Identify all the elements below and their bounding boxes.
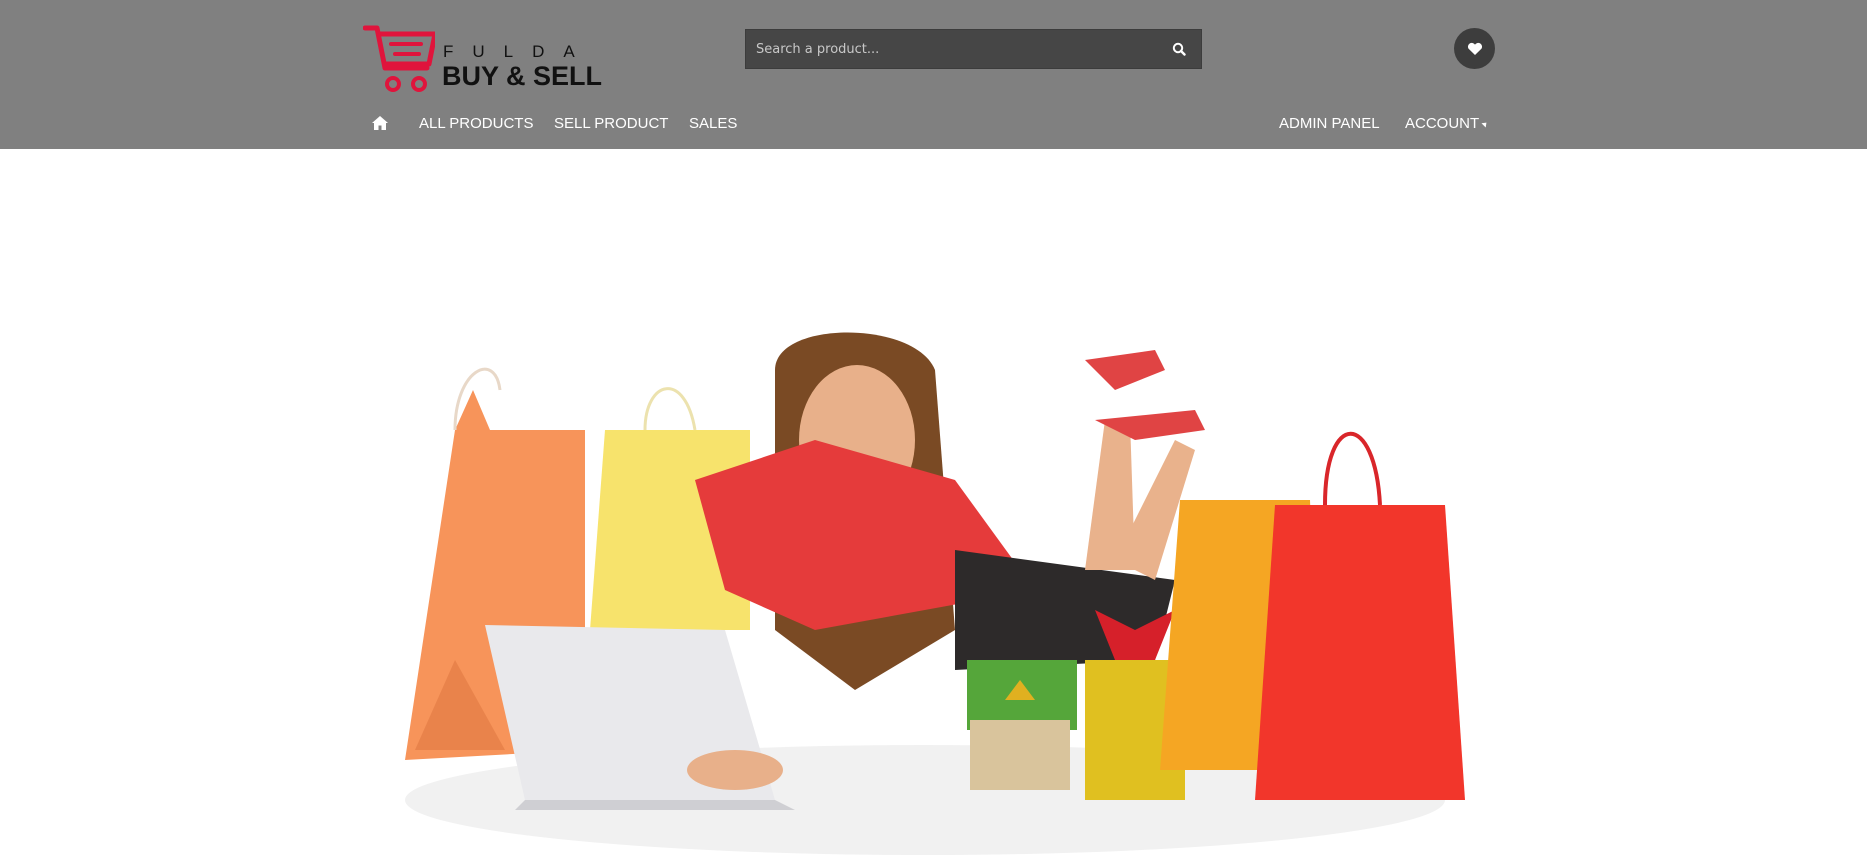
nav-account[interactable]: ACCOUNT	[1405, 114, 1489, 134]
chevron-down-icon	[1481, 120, 1489, 128]
search-icon	[1172, 42, 1186, 56]
shopping-cart-icon	[363, 25, 435, 92]
logo-text-bottom: BUY & SELL	[442, 61, 603, 91]
nav-admin-panel[interactable]: ADMIN PANEL	[1279, 114, 1380, 134]
nav-home[interactable]	[371, 115, 389, 131]
hero-image	[395, 330, 1465, 861]
search-button[interactable]	[1157, 30, 1201, 68]
nav-account-label: ACCOUNT	[1405, 115, 1480, 132]
site-header: FULDA BUY & SELL ALL PRODUCTS SELL PRODU…	[0, 0, 1867, 149]
shopping-illustration	[405, 332, 1465, 855]
heart-icon	[1467, 42, 1482, 55]
nav-all-products[interactable]: ALL PRODUCTS	[419, 114, 533, 134]
nav-sales[interactable]: SALES	[689, 114, 737, 134]
search-bar	[745, 29, 1202, 69]
search-input[interactable]	[746, 30, 1156, 68]
home-icon	[372, 116, 388, 130]
site-logo[interactable]: FULDA BUY & SELL	[363, 24, 602, 94]
wishlist-button[interactable]	[1454, 28, 1495, 69]
logo-text-top: FULDA	[443, 42, 594, 61]
nav-sell-product[interactable]: SELL PRODUCT	[554, 114, 668, 134]
